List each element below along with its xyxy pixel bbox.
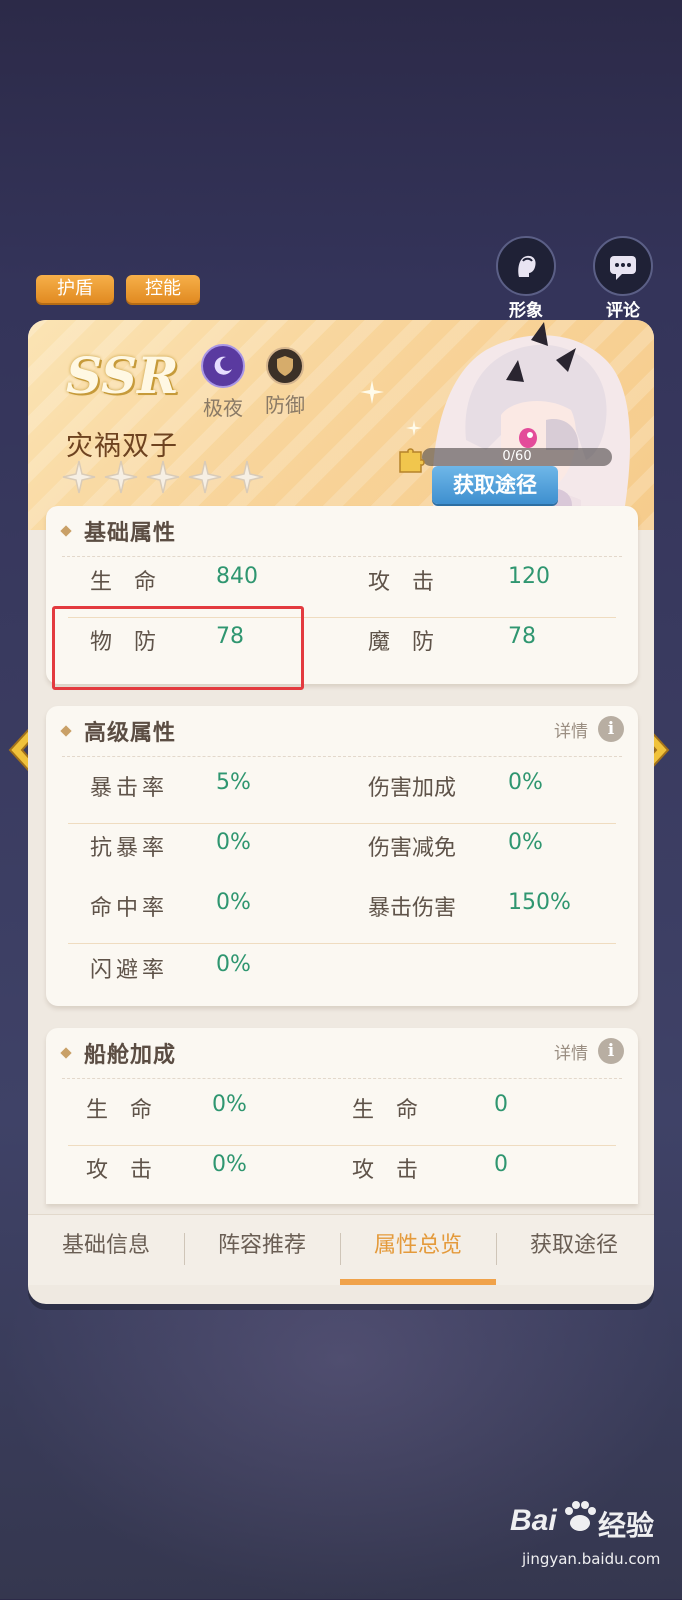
attribute-row: 命中率 0% 暴击伤害 150% — [46, 890, 638, 944]
attr-label: 生 命 — [90, 570, 157, 595]
star-icon — [62, 460, 96, 494]
ship-bonus-card: 船舱加成 详情 i 生 命 0% 生 命 0 攻 击 0% 攻 击 0 — [46, 1028, 638, 1204]
appearance-label: 形象 — [509, 301, 543, 321]
attr-label: 暴击率 — [90, 776, 169, 801]
attribute-row: 攻 击 0% 攻 击 0 — [46, 1152, 638, 1202]
fragment-count: 0/60 — [422, 448, 612, 466]
attr-label: 攻 击 — [352, 1158, 419, 1183]
attr-label: 伤害减免 — [368, 836, 457, 861]
shield-icon — [266, 347, 304, 385]
attr-value: 0% — [212, 1152, 247, 1177]
watermark-url: jingyan.baidu.com — [522, 1550, 661, 1568]
details-link[interactable]: 详情 i — [554, 716, 624, 742]
attr-value: 0 — [494, 1092, 508, 1117]
diamond-bullet-icon — [60, 725, 72, 737]
attr-label: 生 命 — [86, 1098, 153, 1123]
star-icon — [188, 460, 222, 494]
portrait-head-icon — [496, 236, 556, 296]
get-path-button[interactable]: 获取途径 — [432, 466, 558, 504]
attr-label: 命中率 — [90, 896, 169, 921]
faction-label: 极夜 — [203, 396, 243, 420]
star-icon — [146, 460, 180, 494]
attr-label: 闪避率 — [90, 958, 169, 983]
attr-label: 抗暴率 — [90, 836, 169, 861]
attr-label: 伤害加成 — [368, 776, 457, 801]
attr-value: 0% — [216, 890, 251, 915]
tag-shield: 护盾 — [36, 275, 114, 303]
star-icon — [230, 460, 264, 494]
tab-lineup[interactable]: 阵容推荐 — [184, 1215, 340, 1285]
star-rating — [62, 460, 264, 494]
comment-label: 评论 — [606, 301, 640, 321]
attr-label: 攻 击 — [368, 570, 435, 595]
attr-label: 攻 击 — [86, 1158, 153, 1183]
puzzle-piece-icon — [399, 448, 425, 473]
attribute-row: 闪避率 0% — [46, 952, 638, 1002]
diamond-bullet-icon — [60, 525, 72, 537]
tab-get-path[interactable]: 获取途径 — [496, 1215, 652, 1285]
tab-basic-info[interactable]: 基础信息 — [28, 1215, 184, 1285]
attr-value: 0% — [212, 1092, 247, 1117]
star-icon — [104, 460, 138, 494]
info-icon[interactable]: i — [598, 716, 624, 742]
hero-header: SSR 极夜 防御 灾祸双子 0/60 获取途径 — [28, 320, 654, 530]
attr-value: 5% — [216, 770, 251, 795]
attr-label: 魔 防 — [368, 630, 435, 655]
role-label: 防御 — [265, 393, 305, 417]
attr-value: 0% — [508, 830, 543, 855]
details-label: 详情 — [554, 721, 588, 742]
chat-bubble-icon — [593, 236, 653, 296]
card-title: 基础属性 — [84, 521, 177, 546]
role-badge: 防御 — [260, 344, 310, 418]
moon-icon — [201, 344, 245, 388]
active-tab-underline — [340, 1279, 496, 1285]
watermark-cn: 经验 — [598, 1509, 655, 1542]
card-title: 高级属性 — [84, 721, 177, 746]
bottom-tab-bar: 基础信息 阵容推荐 属性总览 获取途径 — [28, 1214, 654, 1285]
attr-value: 0% — [508, 770, 543, 795]
attribute-row: 抗暴率 0% 伤害减免 0% — [46, 830, 638, 880]
watermark: Bai 经验 jingyan.baidu.com — [508, 1490, 678, 1590]
hero-panel: SSR 极夜 防御 灾祸双子 0/60 获取途径 基础属性 生 命 840 攻 … — [28, 320, 654, 1304]
attribute-row: 生 命 0% 生 命 0 — [46, 1092, 638, 1146]
attr-value: 0% — [216, 830, 251, 855]
tag-control: 控能 — [126, 275, 200, 303]
tab-label: 属性总览 — [373, 1233, 462, 1258]
attr-label: 生 命 — [352, 1098, 419, 1123]
info-icon[interactable]: i — [598, 1038, 624, 1064]
hero-name: 灾祸双子 — [66, 431, 178, 462]
watermark-brand: Bai — [510, 1504, 557, 1537]
rarity-badge: SSR — [66, 342, 179, 419]
attr-label: 暴击伤害 — [368, 896, 457, 921]
tab-attribute-overview[interactable]: 属性总览 — [340, 1215, 496, 1285]
sparkle-icon — [406, 420, 422, 436]
comment-button[interactable]: 评论 — [592, 236, 654, 321]
attr-value: 150% — [508, 890, 571, 915]
attribute-row: 暴击率 5% 伤害加成 0% — [46, 770, 638, 824]
appearance-button[interactable]: 形象 — [495, 236, 557, 321]
diamond-bullet-icon — [60, 1047, 72, 1059]
sparkle-icon — [360, 380, 384, 404]
card-title: 船舱加成 — [84, 1043, 177, 1068]
attr-value: 0 — [494, 1152, 508, 1177]
highlight-box — [52, 606, 304, 690]
details-label: 详情 — [554, 1043, 588, 1064]
attr-value: 0% — [216, 952, 251, 977]
attr-value: 120 — [508, 564, 550, 589]
details-link[interactable]: 详情 i — [554, 1038, 624, 1064]
faction-badge: 极夜 — [198, 344, 248, 421]
attr-value: 840 — [216, 564, 258, 589]
attr-value: 78 — [508, 624, 536, 649]
paw-icon — [565, 1501, 596, 1531]
advanced-attributes-card: 高级属性 详情 i 暴击率 5% 伤害加成 0% 抗暴率 0% 伤害减免 0% … — [46, 706, 638, 1006]
